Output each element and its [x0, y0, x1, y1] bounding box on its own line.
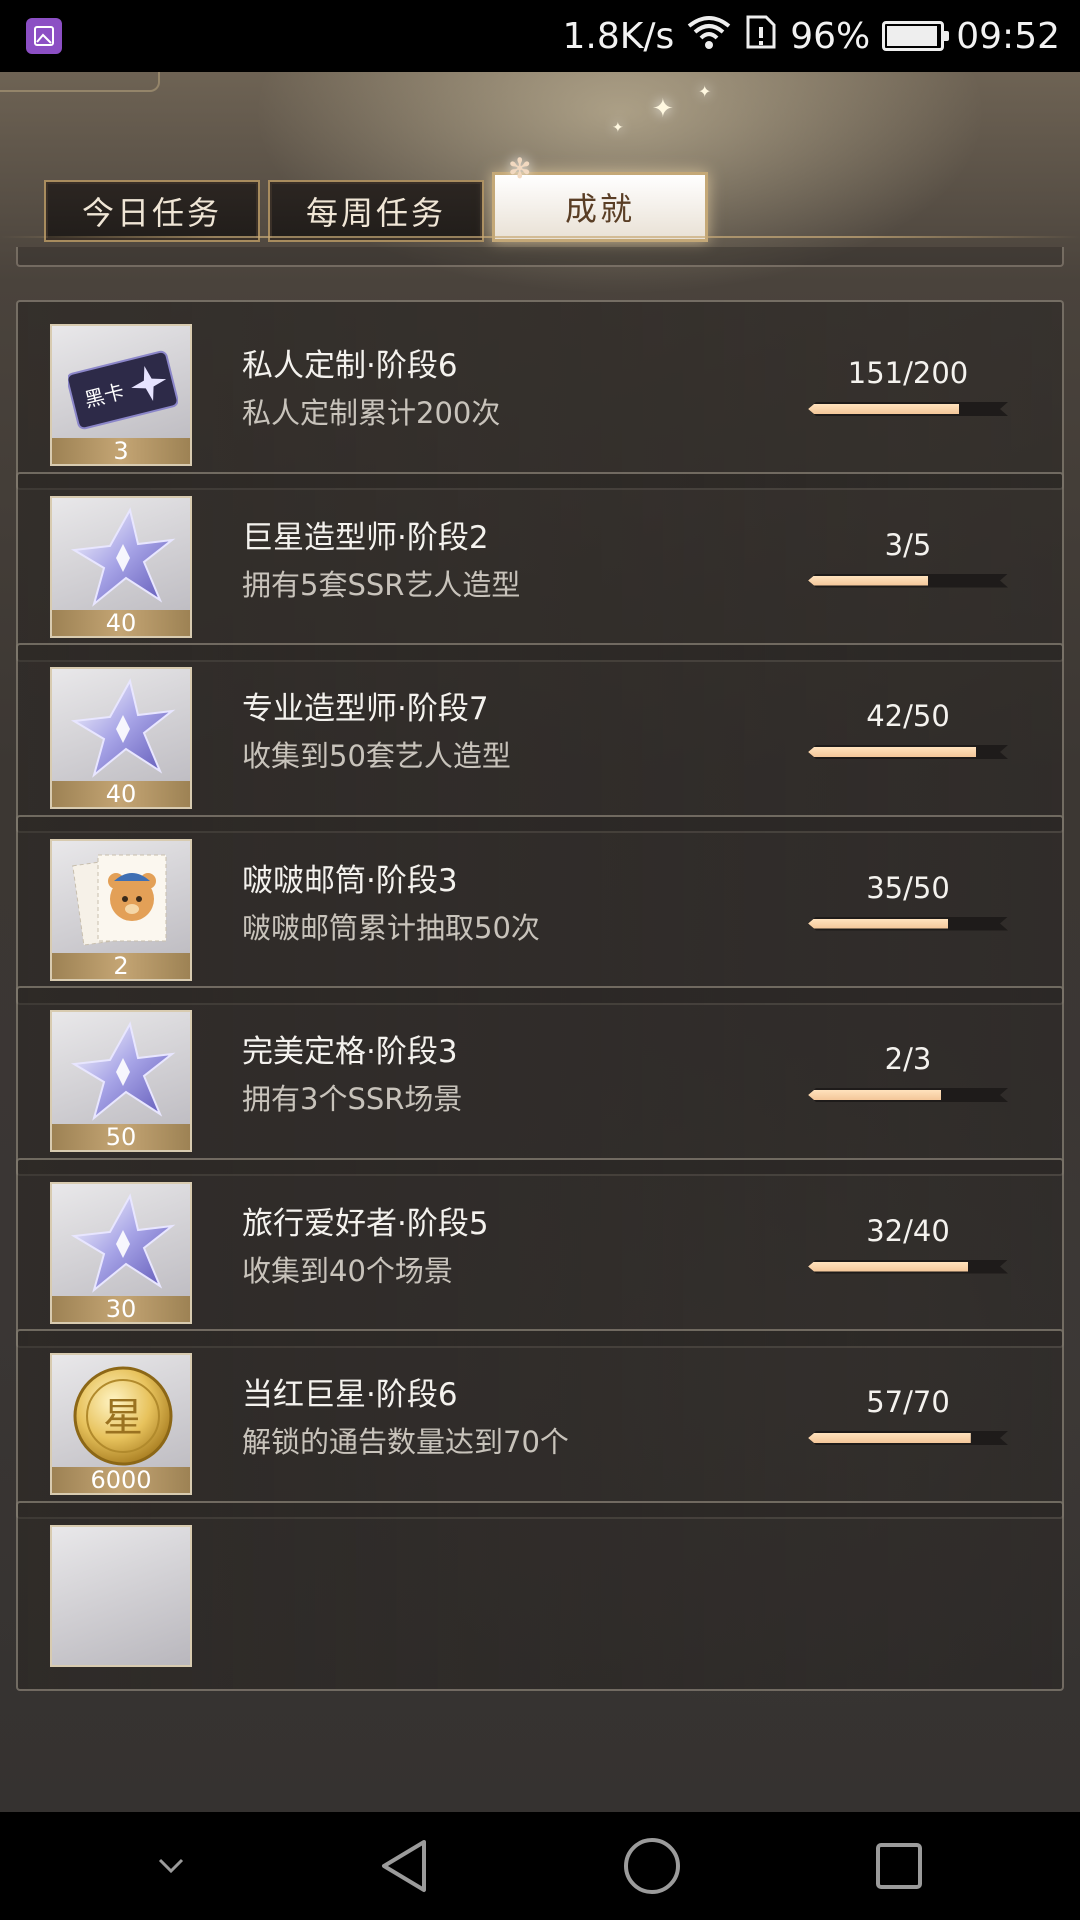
list-item — [16, 247, 1064, 267]
progress-text: 151/200 — [847, 356, 969, 390]
achievements-screen: ✦ ✦ ✦ 今日任务 每周任务 成就 ✻ 黑卡 3 私人定制·阶段6 私人定制累计20… — [0, 72, 1080, 1812]
system-nav-bar — [0, 1812, 1080, 1920]
reward-item[interactable]: 黑卡 3 — [50, 324, 192, 466]
sparkle-icon: ✦ — [652, 94, 674, 124]
tab-weekly-tasks[interactable]: 每周任务 — [268, 180, 484, 242]
progress-text: 32/40 — [866, 1213, 950, 1248]
tab-daily-tasks[interactable]: 今日任务 — [44, 180, 260, 242]
back-frame-decoration[interactable] — [0, 72, 160, 92]
collapse-chevron-icon[interactable] — [156, 1856, 186, 1876]
tab-divider — [0, 236, 1080, 238]
reward-count: 40 — [52, 781, 190, 807]
progress-fill — [808, 1433, 971, 1443]
progress-fill — [808, 576, 928, 586]
achievement-card[interactable]: 50 完美定格·阶段3 拥有3个SSR场景 2/3 — [16, 986, 1064, 1176]
sparkle-icon: ✦ — [698, 82, 712, 101]
sim-alert-icon — [744, 13, 778, 60]
progress-text: 57/70 — [866, 1385, 950, 1419]
achievement-description: 收集到50套艺人造型 — [242, 739, 511, 773]
progress-text: 2/3 — [884, 1042, 932, 1076]
svg-text:星: 星 — [103, 1395, 143, 1441]
progress-bar — [808, 402, 1008, 416]
achievement-title: 完美定格·阶段3 — [242, 1034, 458, 1070]
achievement-title: 旅行爱好者·阶段5 — [242, 1205, 489, 1242]
achievement-card[interactable]: 星 6000 当红巨星·阶段6 解锁的通告数量达到70个 57/70 — [16, 1329, 1064, 1519]
reward-count: 3 — [52, 438, 190, 464]
progress-text: 35/50 — [866, 870, 950, 905]
achievement-card[interactable]: 40 专业造型师·阶段7 收集到50套艺人造型 42/50 — [16, 643, 1064, 833]
back-icon[interactable] — [378, 1838, 430, 1894]
progress-bar — [808, 574, 1008, 588]
achievement-card[interactable]: 黑卡 3 私人定制·阶段6 私人定制累计200次 151/200 — [16, 300, 1064, 490]
achievement-description: 啵啵邮筒累计抽取50次 — [242, 910, 540, 945]
progress-fill — [808, 1262, 968, 1272]
clock: 09:52 — [956, 15, 1060, 57]
achievement-description: 拥有5套SSR艺人造型 — [242, 567, 521, 602]
reward-count: 40 — [52, 609, 190, 636]
progress-bar — [808, 1088, 1008, 1102]
reward-item[interactable] — [50, 1524, 192, 1667]
achievement-title: 巨星造型师·阶段2 — [242, 519, 489, 556]
tab-bar: 今日任务 每周任务 成就 — [44, 172, 708, 242]
battery-icon — [882, 21, 950, 51]
progress-text: 3/5 — [884, 527, 932, 562]
achievement-title: 当红巨星·阶段6 — [242, 1377, 458, 1413]
achievement-card[interactable]: 30 旅行爱好者·阶段5 收集到40个场景 32/40 — [16, 1157, 1064, 1348]
gallery-app-icon — [26, 18, 62, 54]
reward-item[interactable]: 30 — [50, 1181, 192, 1324]
status-bar: 1.8K/s 96% 09:52 — [0, 0, 1080, 72]
recents-icon[interactable] — [874, 1841, 924, 1891]
home-icon[interactable] — [622, 1836, 682, 1896]
reward-count: 6000 — [52, 1467, 190, 1493]
achievement-description: 解锁的通告数量达到70个 — [242, 1425, 569, 1459]
sparkle-icon: ✦ — [612, 120, 624, 136]
reward-count: 2 — [52, 952, 190, 979]
progress-fill — [808, 404, 959, 414]
reward-count: 50 — [52, 1124, 190, 1150]
wifi-icon — [686, 14, 732, 59]
reward-item[interactable]: 40 — [50, 495, 192, 638]
network-speed: 1.8K/s — [562, 15, 675, 57]
achievement-title: 私人定制·阶段6 — [242, 348, 458, 384]
achievement-title: 专业造型师·阶段7 — [242, 691, 489, 727]
achievement-list[interactable]: 黑卡 3 私人定制·阶段6 私人定制累计200次 151/200 40 巨星造型师·阶段2 拥… — [16, 247, 1064, 1812]
achievement-card[interactable]: 2 啵啵邮筒·阶段3 啵啵邮筒累计抽取50次 35/50 — [16, 814, 1064, 1005]
progress-fill — [808, 919, 948, 929]
progress-bar — [808, 917, 1008, 931]
reward-item[interactable]: 2 — [50, 838, 192, 981]
achievement-card[interactable]: 40 巨星造型师·阶段2 拥有5套SSR艺人造型 3/5 — [16, 471, 1064, 662]
progress-fill — [808, 747, 976, 757]
achievement-description: 拥有3个SSR场景 — [242, 1082, 463, 1116]
progress-fill — [808, 1090, 941, 1100]
progress-text: 42/50 — [866, 699, 950, 733]
achievement-title: 啵啵邮筒·阶段3 — [242, 862, 458, 899]
achievement-description: 收集到40个场景 — [242, 1253, 453, 1288]
tab-flower-icon: ✻ — [508, 152, 532, 185]
achievement-card[interactable] — [16, 1500, 1064, 1691]
achievement-description: 私人定制累计200次 — [242, 396, 501, 430]
battery-percent: 96% — [790, 15, 871, 57]
reward-item[interactable]: 星 6000 — [50, 1353, 192, 1495]
progress-bar — [808, 1431, 1008, 1445]
progress-bar — [808, 745, 1008, 759]
reward-item[interactable]: 40 — [50, 667, 192, 809]
progress-bar — [808, 1260, 1008, 1274]
reward-item[interactable]: 50 — [50, 1010, 192, 1152]
reward-count: 30 — [52, 1295, 190, 1322]
